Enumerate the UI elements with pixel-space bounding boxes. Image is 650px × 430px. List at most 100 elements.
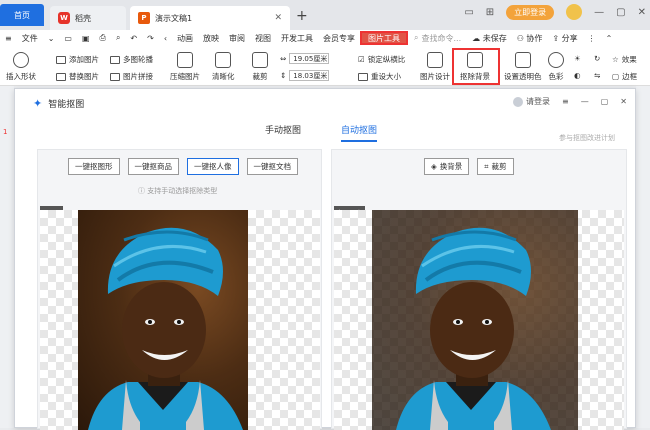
width-field[interactable]: ⇔ 19.05厘米 [280,53,330,64]
flip-button[interactable]: ⇋ [594,71,600,80]
height-input[interactable]: 18.03厘米 [289,70,330,81]
result-panel: ◈换背景 ⌗裁剪 抠图后 [331,149,627,430]
sharpen-button[interactable]: 清晰化 [212,52,235,82]
collage-label: 图片拼接 [123,72,153,81]
lock-ratio-label: 锁定纵横比 [367,55,406,64]
reset-size-button[interactable]: 重设大小 [358,71,401,82]
sharpen-label: 清晰化 [212,72,235,81]
unsaved-status[interactable]: ☁ 未保存 [467,33,512,44]
effects-button[interactable]: ☆ 效果 [612,54,637,65]
grid-icon[interactable]: ⊞ [486,7,494,18]
reset-size-label: 重设大小 [371,72,401,81]
rotate-icon: ↻ [594,54,601,63]
feedback-link[interactable]: 参与抠图改进计划 [559,133,615,143]
contrast-icon: ◐ [574,71,581,80]
menu-developer[interactable]: 开发工具 [276,33,318,44]
crop-icon [252,52,268,68]
cutout-document-button[interactable]: 一键抠文档 [246,158,298,175]
result-canvas [334,210,624,430]
menu-view[interactable]: 视图 [250,33,276,44]
avatar[interactable] [566,4,583,20]
collab-button[interactable]: ⚇ 协作 [512,33,548,44]
tab-wps[interactable]: W 稻壳 [50,6,126,30]
set-transparent-button[interactable]: 设置透明色 [504,52,542,82]
dialog-maximize-icon[interactable]: ▢ [601,97,609,106]
maximize-icon[interactable]: ▢ [616,7,625,18]
menu-picture-tools[interactable]: 图片工具 [360,31,409,45]
tab-auto-cutout[interactable]: 自动抠图 [341,123,378,142]
height-icon: ⇕ [280,71,287,80]
share-button[interactable]: ⇪ 分享 [547,33,582,44]
save-icon[interactable]: ▣ [77,34,95,43]
dialog-close-icon[interactable]: ✕ [620,97,627,106]
dialog-title: 智能抠图 [48,99,85,110]
print-icon[interactable]: ⎙ [95,33,111,43]
brightness-button[interactable]: ☀ [574,54,581,63]
swap-icon: ◈ [431,162,437,171]
cutout-product-button[interactable]: 一键抠商品 [127,158,179,175]
more-menu-icon[interactable]: ⋮ [583,34,601,43]
lock-ratio-checkbox[interactable]: ☑ 锁定纵横比 [358,54,405,65]
menu-animation[interactable]: 动画 [172,33,198,44]
layout-icon[interactable]: ▭ [464,7,473,18]
minimize-icon[interactable]: — [594,7,604,18]
width-input[interactable]: 19.05厘米 [289,53,330,64]
collage-button[interactable]: 图片拼接 [110,71,153,82]
color-label: 色彩 [548,72,564,81]
height-field[interactable]: ⇕ 18.03厘米 [280,70,330,81]
dialog-menu-icon[interactable]: ≡ [562,97,569,106]
menu-slideshow[interactable]: 放映 [198,33,224,44]
result-crop-icon: ⌗ [484,161,489,171]
color-button[interactable]: 色彩 [548,52,564,82]
unsaved-label: 未保存 [482,33,507,43]
compress-button[interactable]: 压缩图片 [170,52,200,82]
collapse-icon[interactable]: ⌃ [601,34,618,43]
menu-bar: ≡ 文件 ⌄ ▭ ▣ ⎙ ⌕ ↶ ↷ ‹ 动画 放映 审阅 视图 开发工具 会员… [0,30,650,46]
menu-file[interactable]: 文件 [17,33,43,44]
original-canvas [40,210,320,430]
cutout-portrait-button[interactable]: 一键抠人像 [187,158,239,175]
border-button[interactable]: ▢ 边框 [612,71,637,82]
cutout-shape-button[interactable]: 一键抠图形 [68,158,120,175]
menu-review[interactable]: 审阅 [224,33,250,44]
more-icon[interactable]: ‹ [159,34,172,43]
command-search[interactable]: ⌕ 查找命令... [408,33,467,44]
new-tab-icon[interactable]: + [296,8,308,24]
replace-picture-button[interactable]: 替换图片 [56,71,99,82]
side-toolbar [636,86,650,428]
insert-shape-button[interactable]: 插入形状 [6,52,36,82]
close-tab-icon[interactable]: ✕ [274,13,282,23]
add-picture-button[interactable]: 添加图片 [56,54,99,65]
rotate-button[interactable]: ↻ [594,54,600,63]
tab-home[interactable]: 首页 [0,4,44,26]
open-icon[interactable]: ▭ [59,34,77,43]
multi-round-button[interactable]: 多图轮播 [110,54,153,65]
collage-icon [110,72,120,81]
close-window-icon[interactable]: ✕ [638,7,646,18]
search-icon: ⌕ [414,33,419,42]
checkbox-icon: ☑ [358,55,365,64]
tab-wps-label: 稻壳 [75,13,91,23]
user-icon [513,96,524,107]
tab-home-label: 首页 [14,10,30,20]
chevron-down-icon[interactable]: ⌄ [43,34,60,43]
menu-member[interactable]: 会员专享 [318,33,360,44]
change-background-button[interactable]: ◈ 换背景 [424,158,470,175]
picture-design-button[interactable]: 图片设计 [420,52,450,82]
contrast-button[interactable]: ◐ [574,71,581,80]
hamburger-icon[interactable]: ≡ [0,34,17,43]
undo-icon[interactable]: ↶ [125,34,142,43]
crop-button[interactable]: 裁剪 [252,52,268,82]
highlight-frame [452,48,500,85]
tab-manual-cutout[interactable]: 手动抠图 [265,123,301,142]
result-crop-button[interactable]: ⌗ 裁剪 [477,158,514,175]
login-button[interactable]: 立即登录 [506,4,555,20]
wps-logo-icon: W [58,12,70,24]
dialog-login[interactable]: 请登录 [513,96,550,107]
sparkle-icon: ✦ [33,96,43,110]
preview-icon[interactable]: ⌕ [111,33,125,43]
redo-icon[interactable]: ↷ [142,34,159,43]
dialog-minimize-icon[interactable]: — [581,97,589,106]
info-icon: ⓘ [138,187,145,195]
tab-document[interactable]: P 演示文稿1 ✕ [130,6,290,30]
